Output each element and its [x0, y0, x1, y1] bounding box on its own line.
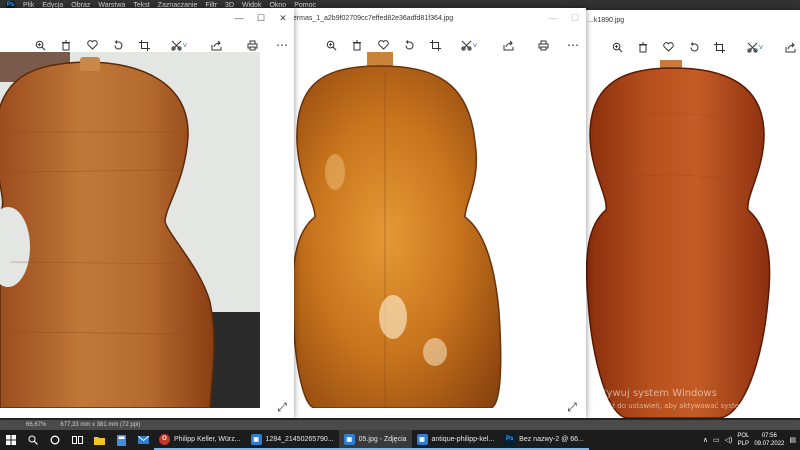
network-icon[interactable]: ▭ [713, 436, 720, 444]
taskbar-app-label: Bez nazwy-2 @ 66... [519, 435, 584, 443]
maximize-icon[interactable]: ☐ [564, 8, 586, 28]
file-explorer-icon[interactable] [88, 430, 110, 450]
activation-watermark-title: Aktywuj system Windows [590, 388, 717, 399]
photos-icon: ▣ [416, 433, 428, 445]
window-title: germas_1_a2b9f02709cc7effed82e36adfd81f3… [289, 14, 454, 22]
more-icon[interactable]: ⋯ [273, 32, 291, 58]
violin-photo-middle [285, 52, 586, 408]
zoom-level: 66,67% [26, 422, 47, 428]
search-icon[interactable] [22, 430, 44, 450]
share-icon[interactable] [781, 34, 799, 60]
start-icon[interactable] [0, 430, 22, 450]
taskbar-app-label: 1284_21450265790... [265, 435, 334, 443]
rotate-icon[interactable] [685, 34, 703, 60]
system-tray: ∧ ▭ ◁) POL PLP 07:56 09.07.2022 ▤ [703, 430, 796, 450]
expand-icon[interactable]: ⤢ [275, 400, 289, 414]
photos-icon: ▣ [250, 433, 262, 445]
mail-icon[interactable] [132, 430, 154, 450]
violin-photo-right [568, 60, 800, 418]
delete-icon[interactable] [634, 34, 652, 60]
photoshop-statusbar: 66,67% 677,33 mm x 381 mm (72 ppi) [0, 420, 800, 430]
document-dimensions: 677,33 mm x 381 mm (72 ppi) [60, 422, 141, 428]
crop-icon[interactable] [710, 34, 728, 60]
taskbar-app[interactable]: ▣ 1284_21450265790... [245, 430, 339, 450]
show-hidden-icons-icon[interactable]: ∧ [703, 436, 708, 444]
taskbar-app[interactable]: ▣ antique-philipp-kel... [411, 430, 500, 450]
photo-window-right: ...k1890.jpg ˅ Aktywuj system Windows Pr… [568, 10, 800, 418]
minimize-icon[interactable]: — [542, 8, 564, 28]
language-indicator[interactable]: POL PLP [737, 432, 749, 448]
opera-icon: O [159, 433, 170, 445]
language-top: POL [737, 433, 750, 439]
taskbar-app[interactable]: Ps Bez nazwy-2 @ 66... [499, 430, 589, 450]
zoom-in-icon[interactable] [608, 34, 626, 60]
taskbar-app-label: antique-philipp-kel... [431, 435, 495, 443]
cortana-icon[interactable] [44, 430, 66, 450]
close-icon[interactable]: ✕ [272, 8, 294, 28]
desktop: Ps Plik Edycja Obraz Warstwa Tekst Zazna… [0, 0, 800, 450]
activation-watermark-text: Przejdź do ustawień, aby aktywować syste… [590, 402, 782, 410]
taskbar-app-label: Philipp Keller, Würz... [174, 435, 241, 443]
minimize-icon[interactable]: — [228, 8, 250, 28]
photos-icon: ▣ [343, 433, 355, 445]
violin-photo-left [0, 52, 260, 408]
maximize-icon[interactable]: ☐ [250, 8, 272, 28]
clock[interactable]: 07:56 09.07.2022 [754, 432, 784, 448]
task-view-icon[interactable] [66, 430, 88, 450]
taskbar-app[interactable]: O Philipp Keller, Würz... [154, 430, 246, 450]
taskbar-app[interactable]: ▣ 05.jpg - Zdjęcia [338, 430, 412, 450]
window-title: ...k1890.jpg [588, 16, 625, 24]
clock-time: 07:56 [761, 433, 777, 439]
notifications-icon[interactable]: ▤ [789, 436, 796, 444]
photo-window-left: — ☐ ✕ ⋯ [0, 8, 294, 418]
favorite-icon[interactable] [659, 34, 677, 60]
photoshop-icon: Ps [504, 433, 516, 445]
volume-icon[interactable]: ◁) [725, 436, 733, 444]
photo-toolbar [568, 34, 800, 60]
window-controls: — ☐ ✕ [228, 8, 294, 28]
calculator-icon[interactable] [110, 430, 132, 450]
taskbar: O Philipp Keller, Würz... ▣ 1284_2145026… [0, 430, 800, 450]
photo-window-middle: germas_1_a2b9f02709cc7effed82e36adfd81f3… [285, 8, 586, 418]
window-controls: — ☐ [542, 8, 586, 28]
clock-date: 09.07.2022 [754, 441, 785, 447]
expand-icon[interactable]: ⤢ [565, 400, 579, 414]
taskbar-app-label: 05.jpg - Zdjęcia [358, 435, 407, 443]
language-bottom: PLP [737, 441, 749, 447]
edit-icon[interactable] [746, 34, 764, 60]
